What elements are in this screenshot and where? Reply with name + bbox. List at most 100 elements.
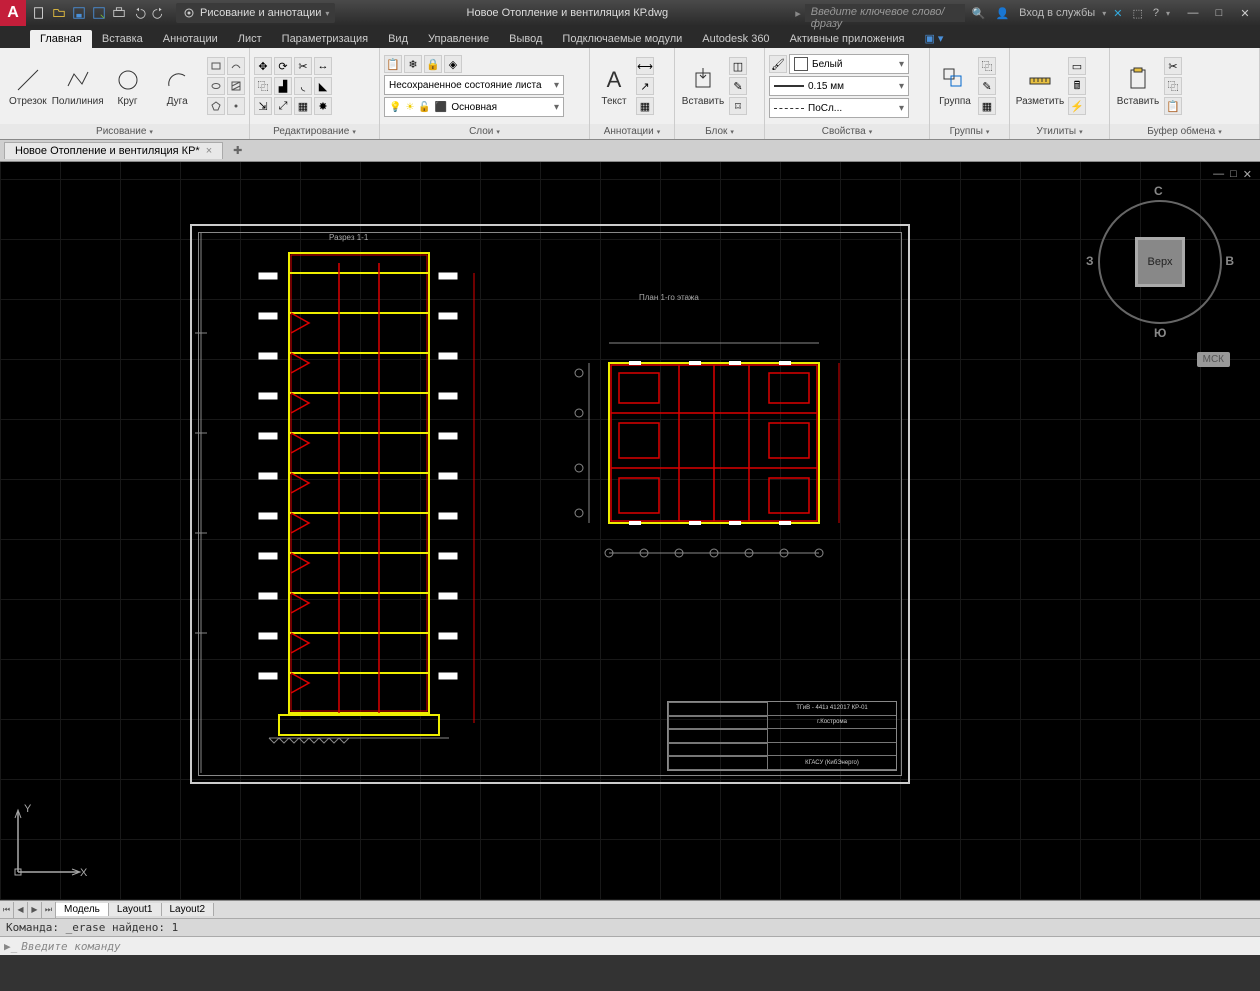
arc-button[interactable]: Дуга: [153, 56, 201, 116]
layout1-tab[interactable]: Layout1: [109, 903, 162, 916]
extend-icon[interactable]: ↔: [314, 57, 332, 75]
plot-icon[interactable]: [110, 4, 128, 22]
color-dropdown[interactable]: Белый: [789, 54, 909, 74]
maximize-button[interactable]: □: [1208, 7, 1230, 20]
layer-current-dropdown[interactable]: 💡☀🔓⬛ Основная: [384, 97, 564, 117]
point-icon[interactable]: [227, 97, 245, 115]
panel-modify-title[interactable]: Редактирование: [250, 124, 379, 139]
tab-a360[interactable]: Autodesk 360: [692, 30, 779, 48]
vp-minimize-icon[interactable]: —: [1213, 168, 1224, 181]
new-tab-icon[interactable]: ✚: [227, 142, 248, 159]
close-button[interactable]: ✕: [1234, 7, 1256, 20]
next-tab-icon[interactable]: ▶: [28, 902, 42, 918]
layer-state-dropdown[interactable]: Несохраненное состояние листа: [384, 75, 564, 95]
app-logo-icon[interactable]: A: [0, 0, 26, 26]
tab-active-apps[interactable]: Активные приложения: [780, 30, 915, 48]
tab-output[interactable]: Вывод: [499, 30, 552, 48]
layer-prop-icon[interactable]: 📋: [384, 55, 402, 73]
insert-button[interactable]: Вставить: [679, 56, 727, 116]
rotate-icon[interactable]: ⟳: [274, 57, 292, 75]
linetype-dropdown[interactable]: ПоСл...: [769, 98, 909, 118]
command-prompt-icon[interactable]: ▶_: [4, 940, 17, 953]
tab-insert[interactable]: Вставка: [92, 30, 153, 48]
model-tab[interactable]: Модель: [56, 903, 109, 916]
panel-block-title[interactable]: Блок: [675, 124, 764, 139]
panel-annotation-title[interactable]: Аннотации: [590, 124, 674, 139]
close-tab-icon[interactable]: ×: [206, 145, 212, 157]
prev-tab-icon[interactable]: ◀: [14, 902, 28, 918]
viewcube-south[interactable]: Ю: [1154, 326, 1166, 340]
leader-icon[interactable]: ↗: [636, 77, 654, 95]
search-input[interactable]: Введите ключевое слово/фразу: [805, 4, 965, 22]
chamfer-icon[interactable]: ◣: [314, 77, 332, 95]
redo-icon[interactable]: [150, 4, 168, 22]
tab-plugins[interactable]: Подключаемые модули: [552, 30, 692, 48]
panel-properties-title[interactable]: Свойства: [765, 124, 929, 139]
tab-view[interactable]: Вид: [378, 30, 418, 48]
edit-block-icon[interactable]: ✎: [729, 77, 747, 95]
exchange-icon[interactable]: ✕: [1110, 7, 1125, 20]
measure-button[interactable]: Разметить: [1014, 56, 1066, 116]
tab-parametric[interactable]: Параметризация: [272, 30, 378, 48]
open-icon[interactable]: [50, 4, 68, 22]
search-icon[interactable]: 🔍: [969, 7, 989, 20]
layer-iso-icon[interactable]: ◈: [444, 55, 462, 73]
attr-icon[interactable]: ⌑: [729, 97, 747, 115]
tab-expand-icon[interactable]: ▣ ▾: [914, 29, 953, 48]
viewcube-west[interactable]: З: [1086, 254, 1094, 268]
polygon-icon[interactable]: [207, 97, 225, 115]
viewcube-face-top[interactable]: Верх: [1135, 237, 1185, 287]
viewcube[interactable]: Верх С Ю З В: [1080, 182, 1240, 342]
spline-icon[interactable]: [227, 57, 245, 75]
trim-icon[interactable]: ✂: [294, 57, 312, 75]
last-tab-icon[interactable]: ⏭: [42, 902, 56, 918]
new-icon[interactable]: [30, 4, 48, 22]
rect-icon[interactable]: [207, 57, 225, 75]
first-tab-icon[interactable]: ⏮: [0, 902, 14, 918]
quickselect-icon[interactable]: ⚡: [1068, 97, 1086, 115]
signin-button[interactable]: Вход в службы: [1016, 7, 1098, 19]
help-icon[interactable]: ?: [1150, 7, 1162, 19]
save-icon[interactable]: [70, 4, 88, 22]
tab-annotate[interactable]: Аннотации: [153, 30, 228, 48]
panel-layers-title[interactable]: Слои: [380, 124, 589, 139]
line-button[interactable]: Отрезок: [4, 56, 52, 116]
search-arrow-icon[interactable]: ▸: [795, 7, 801, 20]
vp-close-icon[interactable]: ✕: [1243, 168, 1252, 181]
undo-icon[interactable]: [130, 4, 148, 22]
panel-draw-title[interactable]: Рисование: [0, 124, 249, 139]
panel-clipboard-title[interactable]: Буфер обмена: [1110, 124, 1259, 139]
group-edit-icon[interactable]: ✎: [978, 77, 996, 95]
copy-icon[interactable]: ⿻: [254, 77, 272, 95]
layer-freeze-icon[interactable]: ❄: [404, 55, 422, 73]
file-tab[interactable]: Новое Отопление и вентиляция КР* ×: [4, 142, 223, 159]
minimize-button[interactable]: —: [1182, 7, 1204, 20]
circle-button[interactable]: Круг: [104, 56, 152, 116]
model-canvas[interactable]: — □ ✕ Разрез 1-1: [0, 162, 1260, 900]
vp-maximize-icon[interactable]: □: [1230, 168, 1237, 181]
tab-home[interactable]: Главная: [30, 30, 92, 48]
stretch-icon[interactable]: ⇲: [254, 97, 272, 115]
dim-linear-icon[interactable]: ⟷: [636, 57, 654, 75]
fillet-icon[interactable]: ◟: [294, 77, 312, 95]
workspace-selector[interactable]: Рисование и аннотации ▾: [176, 3, 335, 23]
layout2-tab[interactable]: Layout2: [162, 903, 215, 916]
signin-icon[interactable]: 👤: [992, 7, 1012, 20]
viewcube-east[interactable]: В: [1225, 254, 1234, 268]
group-button[interactable]: Группа: [934, 56, 976, 116]
explode-icon[interactable]: ✸: [314, 97, 332, 115]
create-block-icon[interactable]: ◫: [729, 57, 747, 75]
command-line[interactable]: ▶_ Введите команду: [0, 936, 1260, 955]
viewcube-north[interactable]: С: [1154, 184, 1163, 198]
panel-utilities-title[interactable]: Утилиты: [1010, 124, 1109, 139]
polyline-button[interactable]: Полилиния: [54, 56, 102, 116]
paste-button[interactable]: Вставить: [1114, 56, 1162, 116]
match-props-icon[interactable]: 🖌: [769, 55, 787, 73]
ungroup-icon[interactable]: ⿻: [978, 57, 996, 75]
table-icon[interactable]: ▦: [636, 97, 654, 115]
group-select-icon[interactable]: ▦: [978, 97, 996, 115]
tab-manage[interactable]: Управление: [418, 30, 499, 48]
paste-special-icon[interactable]: 📋: [1164, 97, 1182, 115]
text-button[interactable]: AТекст: [594, 56, 634, 116]
copy-clip-icon[interactable]: ⿻: [1164, 77, 1182, 95]
